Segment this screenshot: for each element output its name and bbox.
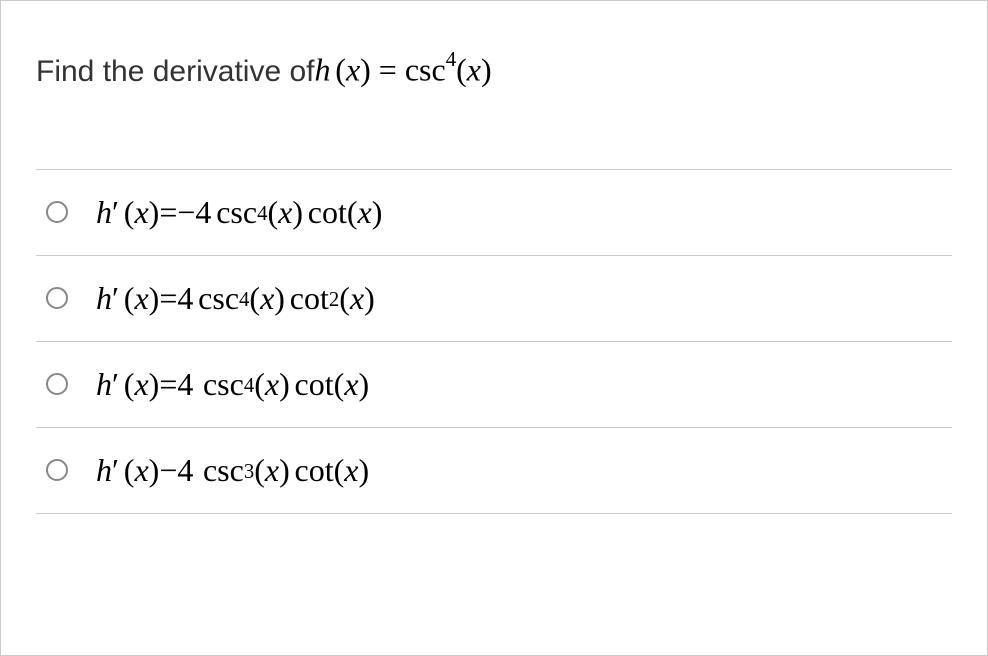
opt-cot: cot: [295, 366, 334, 403]
opt-eq: −: [159, 452, 177, 489]
opt-cot: cot: [308, 194, 347, 231]
option-1-math: h′(x) = −4csc4(x)cot(x): [96, 194, 382, 231]
math-csc: csc: [405, 52, 446, 88]
math-x: x: [346, 52, 360, 88]
opt-eq: =: [159, 366, 177, 403]
opt-cot-arg: x: [344, 366, 358, 403]
math-arg: x: [467, 52, 481, 88]
opt-prime: ′: [112, 280, 119, 317]
opt-h: h: [96, 366, 112, 403]
opt-eq: =: [159, 280, 177, 317]
opt-cot-exp: 2: [329, 288, 339, 312]
opt-x: x: [134, 194, 148, 231]
opt-prime: ′: [112, 366, 119, 403]
opt-csc: csc: [203, 366, 244, 403]
radio-button[interactable]: [46, 373, 68, 395]
opt-coef: −4: [177, 194, 211, 231]
opt-csc-exp: 4: [244, 374, 254, 398]
opt-csc-exp: 4: [257, 202, 267, 226]
radio-button[interactable]: [46, 287, 68, 309]
opt-h: h: [96, 280, 112, 317]
opt-csc: csc: [203, 452, 244, 489]
option-4-math: h′(x) − 4 csc3(x)cot(x): [96, 452, 369, 489]
opt-csc: csc: [198, 280, 239, 317]
opt-csc-arg: x: [278, 194, 292, 231]
opt-csc-arg: x: [265, 452, 279, 489]
opt-coef: 4: [177, 280, 193, 317]
option-3-math: h′(x) = 4 csc4(x)cot(x): [96, 366, 369, 403]
radio-button[interactable]: [46, 201, 68, 223]
question-prompt: Find the derivative of h(x) = csc4(x): [36, 51, 952, 89]
math-equals: =: [371, 52, 405, 88]
opt-cot: cot: [295, 452, 334, 489]
opt-prime: ′: [112, 452, 119, 489]
question-math: h(x) = csc4(x): [314, 51, 491, 89]
opt-cot-arg: x: [358, 194, 372, 231]
option-2-math: h′(x) = 4csc4(x)cot2(x): [96, 280, 375, 317]
opt-cot: cot: [290, 280, 329, 317]
option-4[interactable]: h′(x) − 4 csc3(x)cot(x): [36, 427, 952, 514]
opt-cot-arg: x: [344, 452, 358, 489]
option-2[interactable]: h′(x) = 4csc4(x)cot2(x): [36, 255, 952, 341]
opt-x: x: [134, 366, 148, 403]
options-list: h′(x) = −4csc4(x)cot(x) h′(x) = 4csc4(x)…: [36, 169, 952, 514]
opt-coef: 4: [177, 366, 193, 403]
opt-cot-arg: x: [350, 280, 364, 317]
option-1[interactable]: h′(x) = −4csc4(x)cot(x): [36, 169, 952, 255]
opt-coef: 4: [177, 452, 193, 489]
math-exp: 4: [446, 48, 456, 71]
opt-h: h: [96, 194, 112, 231]
prompt-text: Find the derivative of: [36, 55, 314, 89]
opt-csc-arg: x: [265, 366, 279, 403]
opt-x: x: [134, 280, 148, 317]
option-3[interactable]: h′(x) = 4 csc4(x)cot(x): [36, 341, 952, 427]
opt-csc-arg: x: [260, 280, 274, 317]
opt-prime: ′: [112, 194, 119, 231]
math-h: h: [314, 52, 330, 88]
opt-csc-exp: 3: [244, 460, 254, 484]
radio-button[interactable]: [46, 459, 68, 481]
question-container: Find the derivative of h(x) = csc4(x) h′…: [1, 1, 987, 544]
opt-h: h: [96, 452, 112, 489]
opt-csc-exp: 4: [239, 288, 249, 312]
opt-eq: =: [159, 194, 177, 231]
opt-csc: csc: [216, 194, 257, 231]
opt-x: x: [134, 452, 148, 489]
